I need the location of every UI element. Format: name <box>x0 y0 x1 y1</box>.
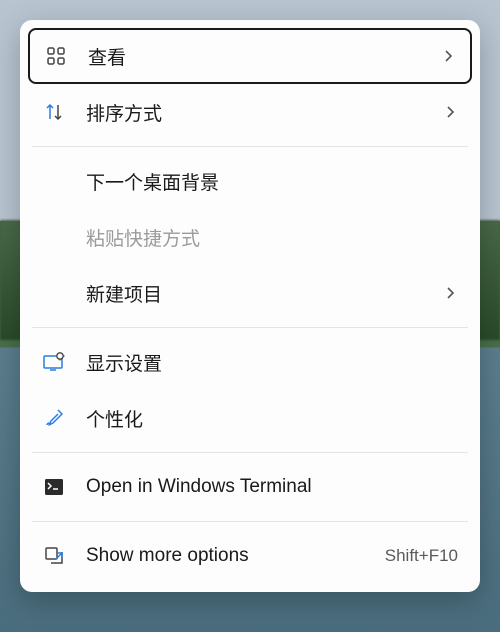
menu-item-paste-shortcut: 粘贴快捷方式 <box>28 209 472 265</box>
menu-item-label: 排序方式 <box>86 99 442 126</box>
separator <box>32 327 468 328</box>
menu-item-label: 新建项目 <box>86 280 442 307</box>
menu-item-label: 个性化 <box>86 405 458 432</box>
display-settings-icon <box>42 350 66 374</box>
grid-icon <box>44 44 68 68</box>
chevron-right-icon <box>442 286 458 300</box>
menu-item-display-settings[interactable]: 显示设置 <box>28 334 472 390</box>
more-options-icon <box>42 544 66 568</box>
menu-item-open-terminal[interactable]: Open in Windows Terminal <box>28 459 472 515</box>
blank-icon <box>42 169 66 193</box>
chevron-right-icon <box>442 105 458 119</box>
menu-item-view[interactable]: 查看 <box>28 28 472 84</box>
terminal-icon <box>42 475 66 499</box>
menu-item-more-options[interactable]: Show more options Shift+F10 <box>28 528 472 584</box>
menu-item-label: 下一个桌面背景 <box>86 168 458 195</box>
menu-item-label: Open in Windows Terminal <box>86 476 458 498</box>
context-menu: 查看 排序方式 下一个桌面背景 粘贴快捷方式 新建项目 <box>20 20 480 592</box>
sort-icon <box>42 100 66 124</box>
separator <box>32 452 468 453</box>
blank-icon <box>42 225 66 249</box>
paintbrush-icon <box>42 406 66 430</box>
separator <box>32 146 468 147</box>
menu-item-new[interactable]: 新建项目 <box>28 265 472 321</box>
menu-item-label: 粘贴快捷方式 <box>86 224 458 251</box>
menu-item-next-background[interactable]: 下一个桌面背景 <box>28 153 472 209</box>
blank-icon <box>42 281 66 305</box>
menu-item-label: 查看 <box>88 43 440 70</box>
menu-item-label: 显示设置 <box>86 349 458 376</box>
accelerator-text: Shift+F10 <box>385 546 458 566</box>
menu-item-personalize[interactable]: 个性化 <box>28 390 472 446</box>
separator <box>32 521 468 522</box>
chevron-right-icon <box>440 49 456 63</box>
menu-item-label: Show more options <box>86 545 385 567</box>
menu-item-sort[interactable]: 排序方式 <box>28 84 472 140</box>
